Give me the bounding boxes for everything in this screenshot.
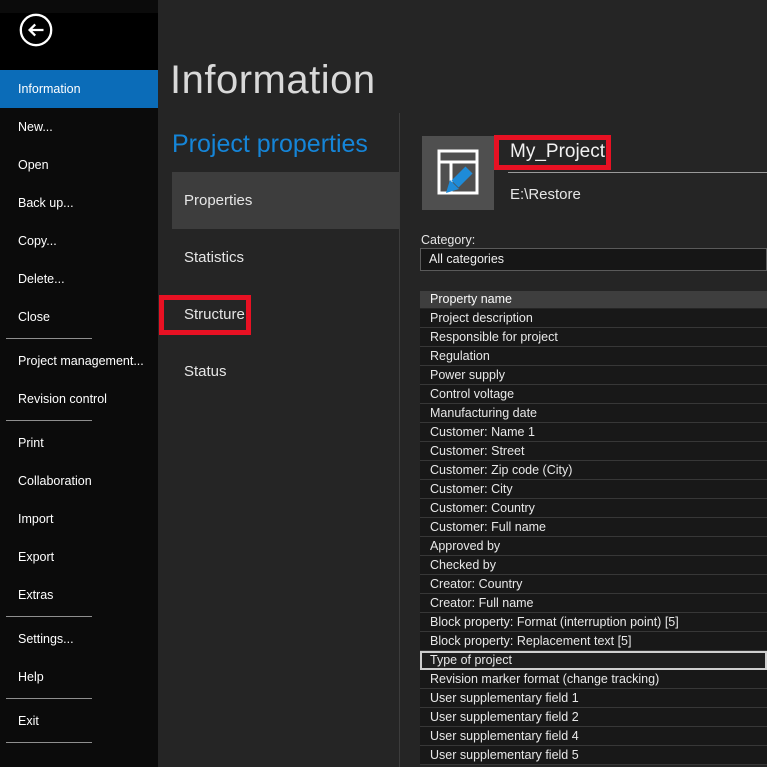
tab[interactable]: Statistics bbox=[172, 229, 400, 286]
table-row[interactable]: Block property: Format (interruption poi… bbox=[420, 613, 767, 632]
sidebar-item[interactable]: Project management... bbox=[0, 342, 158, 380]
sidebar-item[interactable]: Copy... bbox=[0, 222, 158, 260]
section-title: Project properties bbox=[172, 130, 368, 158]
sidebar-separator bbox=[6, 420, 92, 421]
table-row[interactable]: Project description bbox=[420, 309, 767, 328]
sidebar-separator bbox=[6, 698, 92, 699]
sidebar-item[interactable]: Delete... bbox=[0, 260, 158, 298]
sidebar: Information New... Open Back up... Copy.… bbox=[0, 0, 158, 767]
project-name[interactable]: My_Project bbox=[510, 141, 605, 163]
table-row[interactable]: Regulation bbox=[420, 347, 767, 366]
tab[interactable]: Status bbox=[172, 343, 400, 400]
tabs-column: Information Project properties Propertie… bbox=[158, 0, 400, 767]
table-row[interactable]: Power supply bbox=[420, 366, 767, 385]
table-header-property-name: Property name bbox=[420, 291, 767, 308]
table-row[interactable]: Customer: Street bbox=[420, 442, 767, 461]
table-row[interactable]: Customer: City bbox=[420, 480, 767, 499]
table-row[interactable]: User supplementary field 1 bbox=[420, 689, 767, 708]
sidebar-header bbox=[0, 13, 158, 70]
table-row[interactable]: Customer: Country bbox=[420, 499, 767, 518]
sidebar-item[interactable]: Close bbox=[0, 298, 158, 336]
project-edit-icon bbox=[422, 136, 494, 210]
table-row[interactable]: Checked by bbox=[420, 556, 767, 575]
table-row[interactable]: User supplementary field 5 bbox=[420, 746, 767, 765]
sidebar-item[interactable]: Revision control bbox=[0, 380, 158, 418]
project-name-underline bbox=[508, 172, 767, 173]
table-row[interactable]: Revision marker format (change tracking) bbox=[420, 670, 767, 689]
table-row[interactable]: Customer: Zip code (City) bbox=[420, 461, 767, 480]
sidebar-item[interactable]: Open bbox=[0, 146, 158, 184]
sidebar-item[interactable]: New... bbox=[0, 108, 158, 146]
table-body: Project description Responsible for proj… bbox=[420, 309, 767, 765]
table-row[interactable]: User supplementary field 2 bbox=[420, 708, 767, 727]
table-row[interactable]: Type of project bbox=[420, 651, 767, 670]
tab[interactable]: Properties bbox=[172, 172, 400, 229]
table-row[interactable]: Block property: Replacement text [5] bbox=[420, 632, 767, 651]
project-path: E:\Restore bbox=[510, 186, 581, 203]
table-row[interactable]: Creator: Country bbox=[420, 575, 767, 594]
sidebar-item[interactable]: Information bbox=[0, 70, 158, 108]
sidebar-item[interactable]: Export bbox=[0, 538, 158, 576]
page-title: Information bbox=[170, 58, 376, 102]
sidebar-separator bbox=[6, 742, 92, 743]
sidebar-separator bbox=[6, 616, 92, 617]
sidebar-item[interactable]: Help bbox=[0, 658, 158, 696]
sidebar-item[interactable]: Import bbox=[0, 500, 158, 538]
tab-list: Properties Statistics Structure Status bbox=[172, 172, 400, 400]
sidebar-separator bbox=[6, 338, 92, 339]
details-panel: My_Project E:\Restore Category: All cate… bbox=[400, 0, 767, 767]
tab[interactable]: Structure bbox=[172, 286, 400, 343]
sidebar-item[interactable]: Print bbox=[0, 424, 158, 462]
sidebar-item[interactable]: Extras bbox=[0, 576, 158, 614]
table-row[interactable]: User supplementary field 4 bbox=[420, 727, 767, 746]
sidebar-item[interactable]: Collaboration bbox=[0, 462, 158, 500]
property-table: Property name Project description Respon… bbox=[420, 291, 767, 765]
sidebar-item[interactable]: Exit bbox=[0, 702, 158, 740]
sidebar-item[interactable]: Settings... bbox=[0, 620, 158, 658]
table-row[interactable]: Customer: Full name bbox=[420, 518, 767, 537]
table-row[interactable]: Customer: Name 1 bbox=[420, 423, 767, 442]
table-row[interactable]: Control voltage bbox=[420, 385, 767, 404]
table-row[interactable]: Manufacturing date bbox=[420, 404, 767, 423]
category-dropdown[interactable]: All categories bbox=[420, 248, 767, 271]
table-row[interactable]: Approved by bbox=[420, 537, 767, 556]
category-label: Category: bbox=[421, 233, 476, 247]
table-row[interactable]: Creator: Full name bbox=[420, 594, 767, 613]
table-row[interactable]: Responsible for project bbox=[420, 328, 767, 347]
sidebar-menu: Information New... Open Back up... Copy.… bbox=[0, 70, 158, 743]
sidebar-item[interactable]: Back up... bbox=[0, 184, 158, 222]
back-arrow-icon[interactable] bbox=[19, 13, 53, 47]
